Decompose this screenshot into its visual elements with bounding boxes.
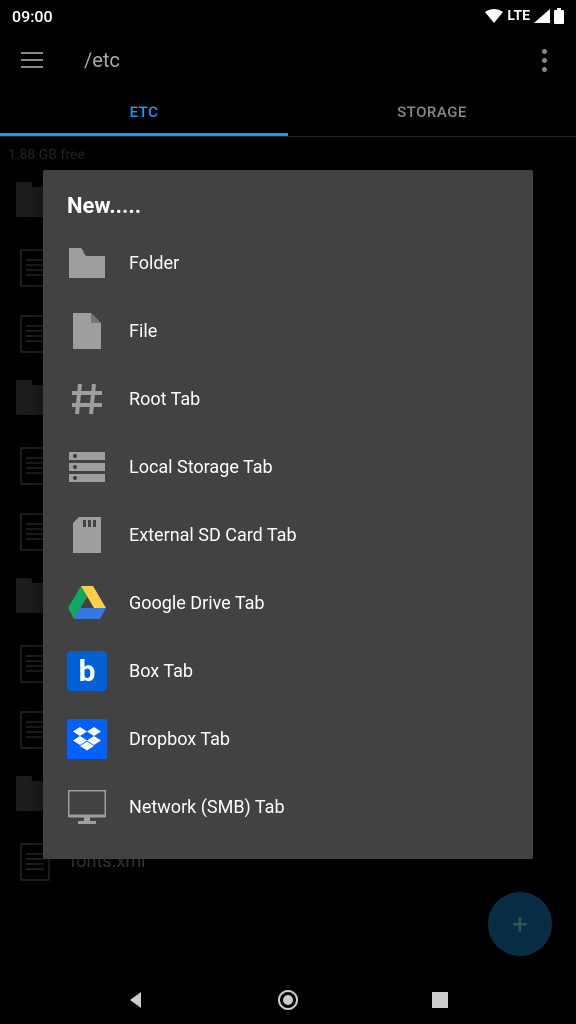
dialog-item-label: Folder: [129, 253, 179, 274]
monitor-icon: [67, 787, 107, 827]
dialog-title: New.....: [43, 194, 533, 229]
dialog-item-gdrive[interactable]: Google Drive Tab: [43, 569, 533, 637]
dropbox-icon: [67, 719, 107, 759]
dialog-item-hash[interactable]: Root Tab: [43, 365, 533, 433]
home-icon: [277, 989, 299, 1011]
dialog-item-file[interactable]: File: [43, 297, 533, 365]
home-button[interactable]: [272, 984, 304, 1016]
dialog-item-label: Local Storage Tab: [129, 457, 273, 478]
dialog-item-label: Network (SMB) Tab: [129, 797, 285, 818]
storage-icon: [67, 447, 107, 487]
back-icon: [126, 990, 146, 1010]
new-dialog: New..... Folder File Root Tab Local Storage…: [43, 170, 533, 859]
dialog-item-label: Root Tab: [129, 389, 200, 410]
dialog-item-label: File: [129, 321, 157, 342]
dialog-item-storage[interactable]: Local Storage Tab: [43, 433, 533, 501]
file-icon: [67, 311, 107, 351]
dialog-item-sd[interactable]: External SD Card Tab: [43, 501, 533, 569]
dialog-item-label: Google Drive Tab: [129, 593, 264, 614]
dialog-item-label: Box Tab: [129, 661, 193, 682]
dialog-item-monitor[interactable]: Network (SMB) Tab: [43, 773, 533, 841]
back-button[interactable]: [120, 984, 152, 1016]
dialog-overlay[interactable]: New..... Folder File Root Tab Local Storage…: [0, 0, 576, 1024]
sd-icon: [67, 515, 107, 555]
dialog-item-label: Dropbox Tab: [129, 729, 230, 750]
nav-bar: [0, 976, 576, 1024]
recents-button[interactable]: [424, 984, 456, 1016]
dialog-item-box[interactable]: b Box Tab: [43, 637, 533, 705]
dialog-item-dropbox[interactable]: Dropbox Tab: [43, 705, 533, 773]
hash-icon: [67, 379, 107, 419]
dialog-item-label: External SD Card Tab: [129, 525, 297, 546]
box-icon: b: [67, 651, 107, 691]
dialog-item-folder[interactable]: Folder: [43, 229, 533, 297]
square-icon: [431, 991, 449, 1009]
folder-icon: [67, 243, 107, 283]
gdrive-icon: [67, 583, 107, 623]
